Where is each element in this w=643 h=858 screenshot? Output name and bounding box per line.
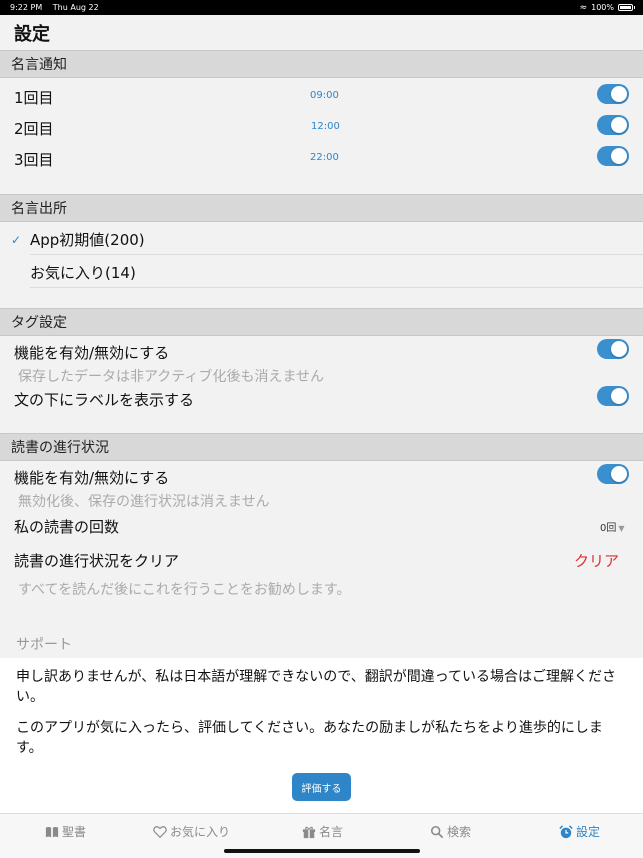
clear-progress-note: すべてを読んだ後にこれを行うことをお勧めします。 — [18, 582, 351, 598]
divider — [30, 254, 643, 255]
tab-favorites-label: お気に入り — [170, 825, 231, 839]
tab-quotes[interactable]: 名言 — [302, 823, 343, 840]
status-time: 9:22 PM — [10, 3, 43, 12]
clear-progress-button[interactable]: クリア — [574, 550, 619, 571]
status-date: Thu Aug 22 — [52, 3, 99, 12]
tab-settings[interactable]: 設定 — [559, 823, 600, 840]
rate-app-button[interactable]: 評価する — [292, 773, 351, 801]
divider — [30, 287, 643, 288]
tab-settings-label: 設定 — [576, 825, 601, 839]
tab-search[interactable]: 検索 — [430, 823, 471, 840]
tab-bible-label: 聖書 — [62, 825, 87, 839]
battery-icon — [618, 4, 635, 11]
search-icon — [430, 825, 444, 838]
tag-enable-label: 機能を有効/無効にする — [14, 344, 170, 362]
source-option-default[interactable]: App初期値(200) — [30, 229, 145, 250]
tag-show-label-label: 文の下にラベルを表示する — [14, 391, 195, 409]
gift-icon — [302, 826, 316, 838]
tab-search-label: 検索 — [447, 825, 472, 839]
tab-bible[interactable]: 聖書 — [45, 823, 86, 840]
notification-row-1-label: 1回目 — [14, 89, 54, 107]
section-header-quote-source: 名言出所 — [0, 194, 643, 222]
chevron-down-icon: ▼ — [618, 524, 625, 533]
section-header-tag-settings: タグ設定 — [0, 308, 643, 336]
book-icon — [45, 826, 59, 837]
support-text-rating: このアプリが気に入ったら、評価してください。あなたの励ましが私たちをより進歩的に… — [16, 720, 603, 756]
support-label: サポート — [16, 637, 72, 653]
notification-row-3-toggle[interactable] — [597, 146, 629, 166]
notification-row-2-time[interactable]: 12:00 — [311, 121, 340, 132]
progress-enable-toggle[interactable] — [597, 464, 629, 484]
notification-row-1-toggle[interactable] — [597, 84, 629, 104]
tag-show-label-toggle[interactable] — [597, 386, 629, 406]
source-option-favorites[interactable]: お気に入り(14) — [30, 262, 136, 283]
alarm-icon — [559, 824, 573, 838]
notification-row-2-toggle[interactable] — [597, 115, 629, 135]
notification-row-3-label: 3回目 — [14, 151, 54, 169]
checkmark-icon: ✓ — [11, 233, 22, 247]
section-header-reading-progress: 読書の進行状況 — [0, 433, 643, 461]
notification-row-3-time[interactable]: 22:00 — [310, 152, 339, 163]
tag-enable-toggle[interactable] — [597, 339, 629, 359]
reading-count-label: 私の読書の回数 — [14, 518, 120, 536]
reading-count-value: 0回 — [600, 523, 617, 534]
home-indicator — [224, 849, 420, 853]
progress-enable-label: 機能を有効/無効にする — [14, 469, 170, 487]
clear-progress-label: 読書の進行状況をクリア — [14, 552, 180, 570]
progress-enable-note: 無効化後、保存の進行状況は消えません — [18, 494, 270, 510]
support-text-translation: 申し訳ありませんが、私は日本語が理解できないので、翻訳が間違っている場合はご理解… — [16, 669, 617, 705]
tab-favorites[interactable]: お気に入り — [153, 823, 230, 840]
notification-row-2-label: 2回目 — [14, 120, 54, 138]
reading-count-select[interactable]: 0回 ▼ — [600, 519, 625, 534]
page-title: 設定 — [14, 24, 50, 45]
tag-enable-note: 保存したデータは非アクティブ化後も消えません — [18, 369, 325, 385]
battery-percent: 100% — [591, 3, 614, 12]
heart-icon — [153, 825, 167, 838]
section-header-quote-notification: 名言通知 — [0, 50, 643, 78]
tab-quotes-label: 名言 — [319, 825, 344, 839]
notification-row-1-time[interactable]: 09:00 — [310, 90, 339, 101]
wifi-icon: ≈ — [579, 2, 588, 13]
status-bar: 9:22 PM Thu Aug 22 ≈ 100% — [0, 0, 643, 15]
